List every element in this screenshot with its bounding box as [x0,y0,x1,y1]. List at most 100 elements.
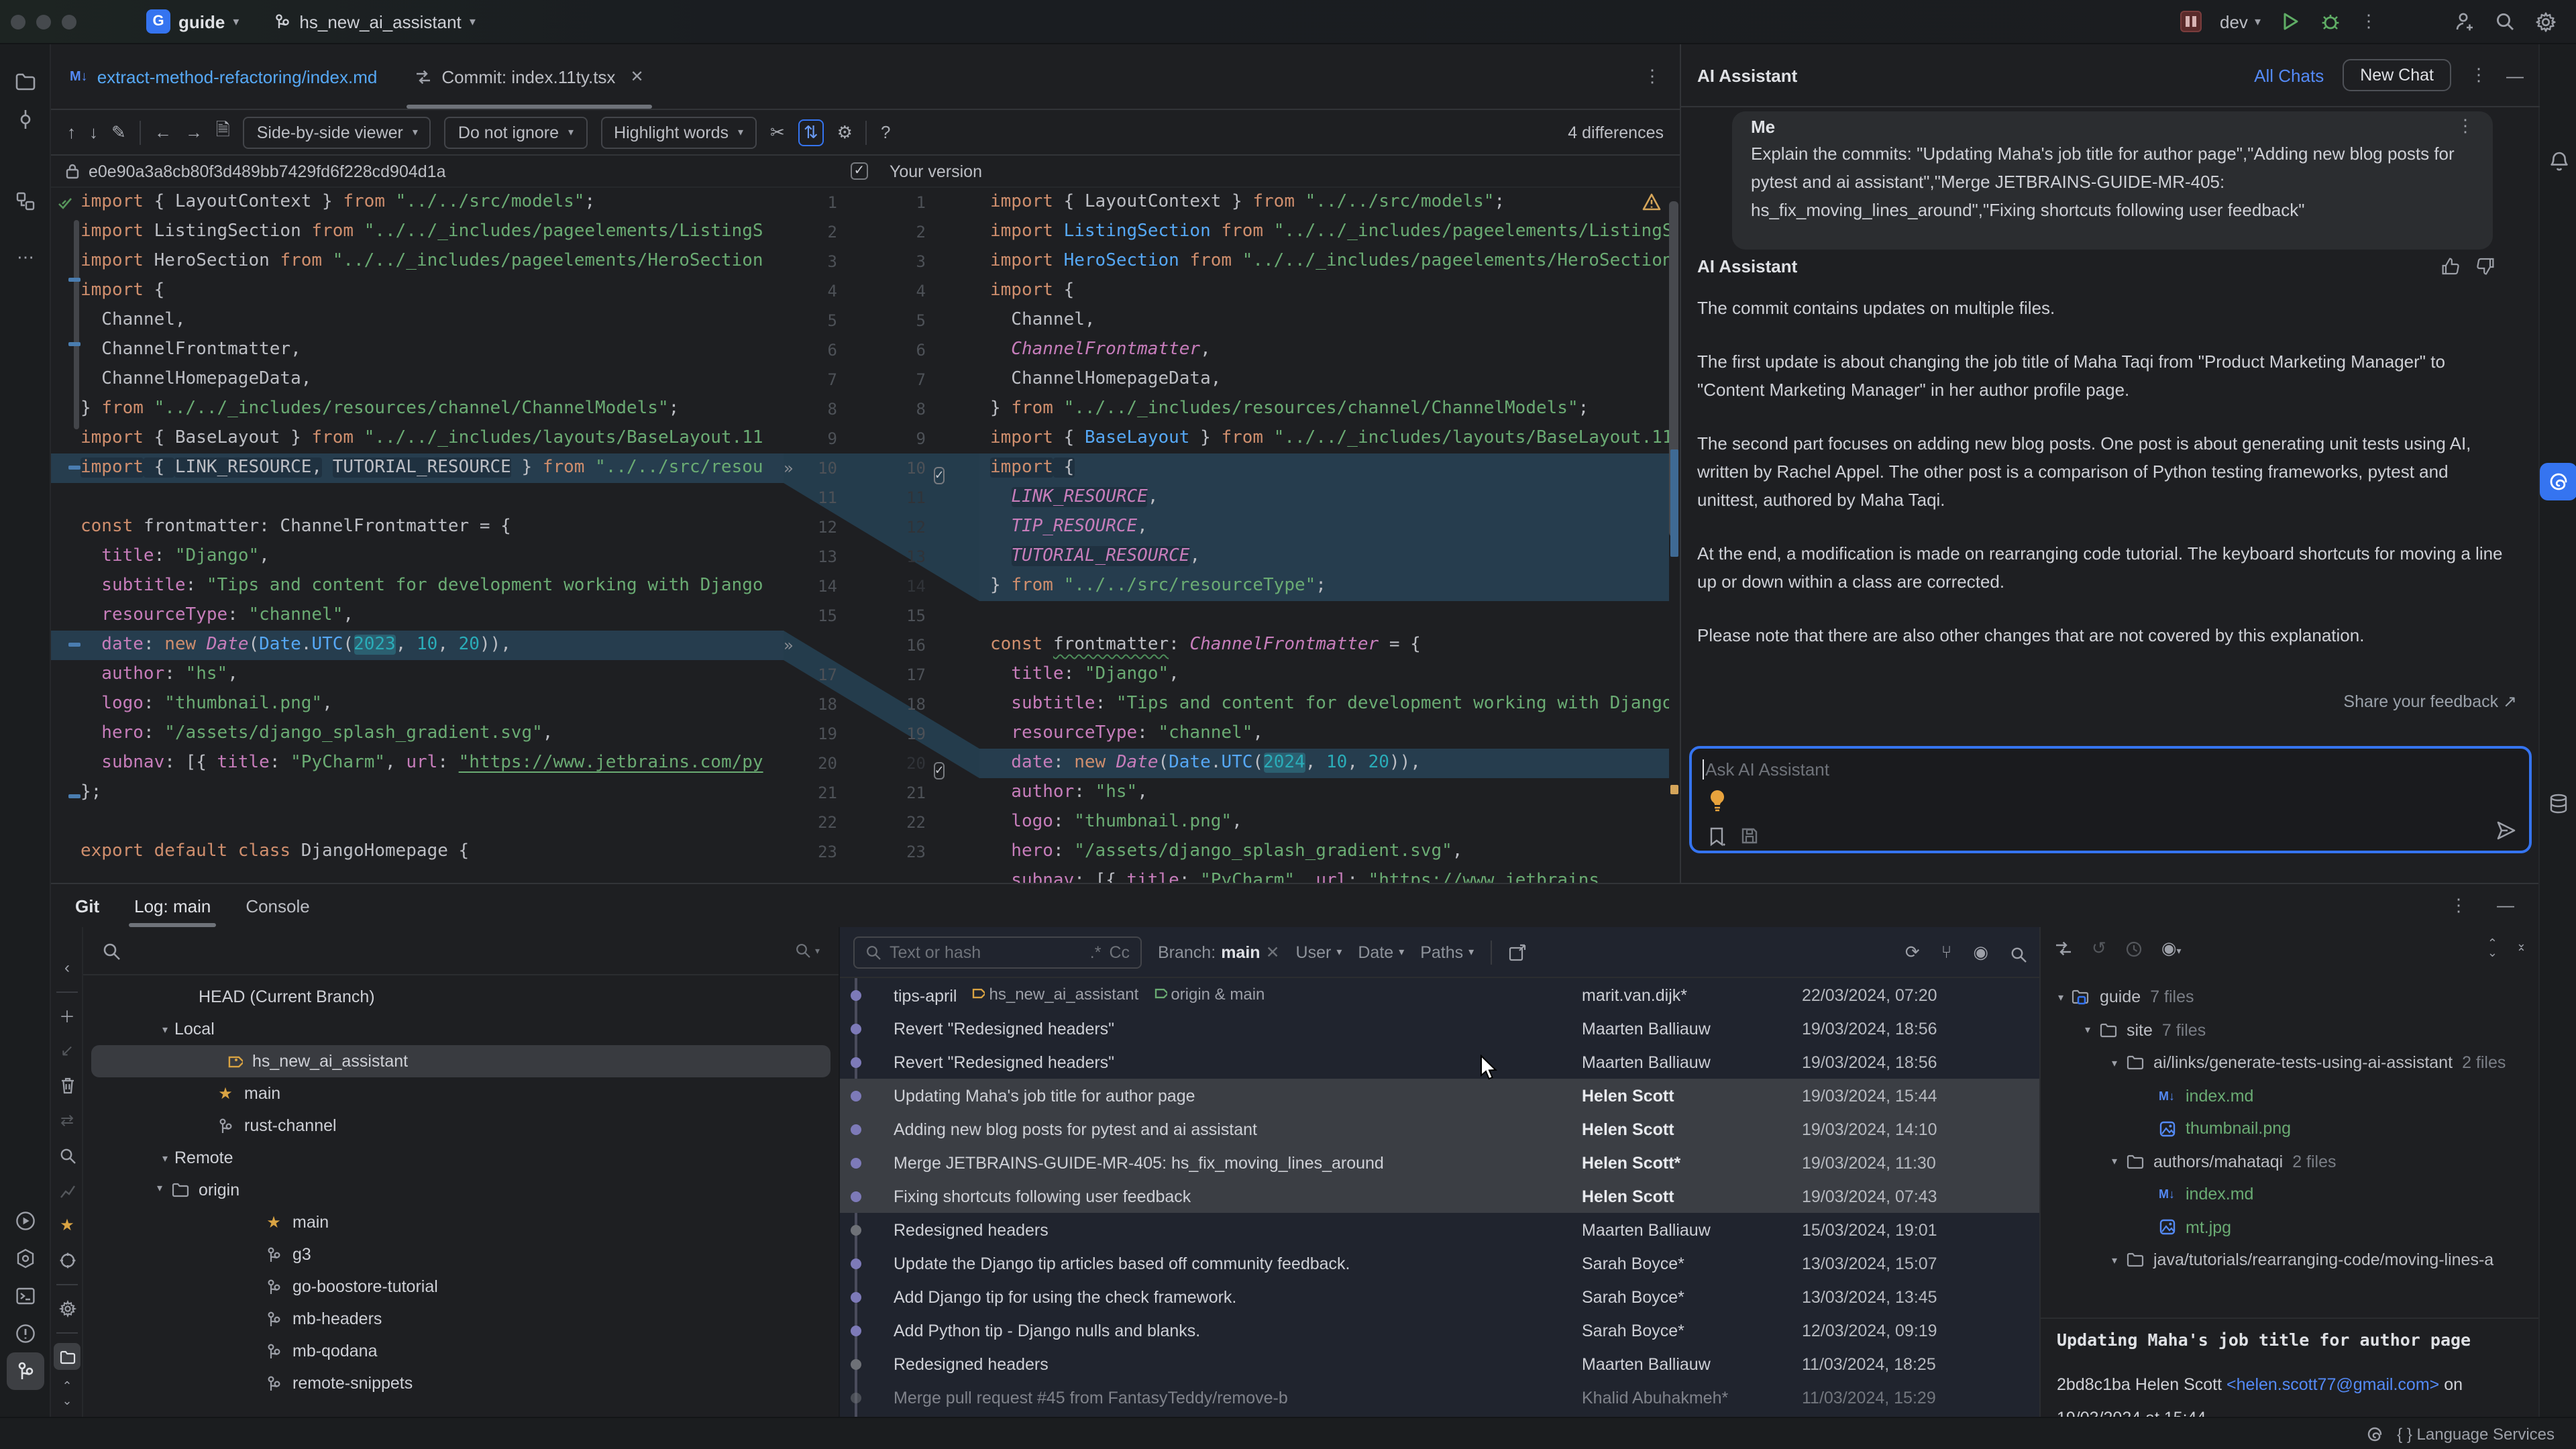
commit-row[interactable]: Merge JETBRAINS-GUIDE-MR-405: hs_fix_mov… [840,1146,2041,1179]
checkout-icon[interactable]: ↙ [54,1037,80,1064]
branch-item-remote[interactable]: ▾Remote [83,1142,839,1174]
include-change-checkbox[interactable]: ✓ [934,467,945,484]
regex-toggle[interactable]: .* [1090,943,1102,961]
commit-row[interactable]: Redesigned headers Maarten Balliauw 11/0… [840,1347,2041,1381]
collapse-panel-icon[interactable]: ‹ [54,954,80,981]
branch-item-main[interactable]: ★main [83,1077,839,1110]
include-change-checkbox[interactable]: ✓ [934,762,945,780]
tab-commit-diff[interactable]: Commit: index.11ty.tsx ✕ [396,44,662,109]
preview-eye-icon[interactable]: ◉ [1973,941,1988,963]
commit-row[interactable]: Updating Maha's job title for author pag… [840,1079,2041,1112]
code-line[interactable]: }; [51,778,784,808]
previous-difference-button[interactable]: ↑ [67,122,76,142]
run-tool-button[interactable] [7,1202,44,1240]
code-line[interactable]: import { BaseLayout } from "../../_inclu… [51,424,784,453]
branches-settings-gear-icon[interactable] [54,1295,80,1322]
compare-branches-icon[interactable]: ⇄ [54,1107,80,1134]
code-line[interactable]: import { LayoutContext } from "../../src… [51,188,784,217]
code-line[interactable]: ChannelFrontmatter, [979,335,1669,365]
highlight-mode-dropdown[interactable]: Highlight words▾ [600,116,757,148]
save-prompt-icon[interactable] [1740,826,1759,845]
code-line[interactable]: Channel, [979,306,1669,335]
all-chats-link[interactable]: All Chats [2254,65,2324,85]
changed-file-row[interactable]: M↓index.md [2041,1178,2538,1211]
language-services-status[interactable]: { } Language Services [2397,1424,2555,1443]
code-line[interactable]: resourceType: "channel", [979,719,1669,749]
code-line[interactable]: import HeroSection from "../../_includes… [51,247,784,276]
favorites-star-icon[interactable]: ★ [54,1212,80,1238]
deep-fetch-icon[interactable]: ⑂ [1941,941,1952,963]
settings-gear-icon[interactable] [2534,10,2557,33]
changed-file-row[interactable]: ▾guide7 files [2041,981,2538,1014]
user-filter[interactable]: User▾ [1296,943,1342,961]
share-feedback-link[interactable]: Share your feedback ↗ [2343,691,2517,711]
commit-row[interactable]: Fixing shortcuts following user feedback… [840,1179,2041,1213]
code-line[interactable]: import { [979,453,1669,483]
viewer-mode-dropdown[interactable]: Side-by-side viewer▾ [244,116,431,148]
delete-branch-icon[interactable] [54,1072,80,1099]
changed-file-row[interactable]: thumbnail.png [2041,1112,2538,1145]
commit-row[interactable]: Revert "Redesigned headers" Maarten Ball… [840,1012,2041,1045]
run-config-selector[interactable]: dev ▾ [2220,11,2261,32]
case-toggle[interactable]: Cc [1109,943,1130,961]
database-tool-button[interactable] [2540,785,2576,822]
terminal-tool-button[interactable] [7,1277,44,1315]
code-line[interactable]: ChannelFrontmatter, [51,335,784,365]
vcs-branch-selector[interactable]: hs_new_ai_assistant ▾ [274,11,475,32]
branch-item-go-boostore-tutorial[interactable]: go-boostore-tutorial [83,1271,839,1303]
code-line[interactable]: ChannelHomepageData, [979,365,1669,394]
expand-collapse-icon[interactable]: ⌃⌄ [54,1381,80,1407]
search-options-icon[interactable]: ▾ [795,942,820,959]
code-line[interactable]: import { LayoutContext } from "../../src… [979,188,1669,217]
file-list-icon[interactable]: 🗎 [216,117,230,147]
changed-file-row[interactable]: ▾ai/links/generate-tests-using-ai-assist… [2041,1046,2538,1079]
your-version-checkbox[interactable]: ✓ [851,162,868,180]
code-line[interactable]: } from "../../_includes/resources/channe… [979,394,1669,424]
tab-log-main[interactable]: Log: main [134,896,211,916]
chevron-down-icon[interactable]: ▾ [2105,1156,2124,1168]
commit-search-field[interactable]: Text or hash .* Cc [853,936,1142,968]
structure-tool-button[interactable] [7,182,44,220]
branch-item-rust-channel[interactable]: rust-channel [83,1110,839,1142]
code-line[interactable]: import { [51,276,784,306]
branch-item-remote-snippets[interactable]: remote-snippets [83,1367,839,1399]
branch-item-g3[interactable]: g3 [83,1238,839,1271]
rollback-icon[interactable]: ↺ [2092,938,2106,959]
project-tool-button[interactable] [7,63,44,101]
commit-row[interactable]: Revert "Redesigned headers" Maarten Ball… [840,1045,2041,1079]
hide-panel-icon[interactable]: — [2506,65,2524,85]
send-icon[interactable] [2494,818,2518,843]
panel-minimize-icon[interactable]: — [2497,895,2514,916]
code-line[interactable] [979,601,1669,631]
open-in-new-tab-icon[interactable] [1507,943,1526,961]
back-button[interactable]: ← [154,122,172,142]
branch-item-hs-new-ai-assistant[interactable]: hs_new_ai_assistant [91,1045,830,1077]
tab-git[interactable]: Git [75,896,99,916]
code-line[interactable]: } from "../../src/resourceType"; [979,572,1669,601]
changed-file-row[interactable]: ▾site7 files [2041,1014,2538,1046]
chevron-down-icon[interactable]: ▾ [2105,1057,2124,1069]
new-chat-button[interactable]: New Chat [2343,59,2451,91]
code-line[interactable]: hero: "/assets/django_splash_gradient.sv… [979,837,1669,867]
chart-icon[interactable] [54,1177,80,1203]
code-line[interactable]: ChannelHomepageData, [51,365,784,394]
code-line[interactable]: LINK_RESOURCE, [979,483,1669,513]
preview-diff-eye-icon[interactable]: ◉▾ [2161,938,2182,959]
diff-right-pane[interactable]: import { LayoutContext } from "../../src… [979,188,1669,883]
diff-settings-gear-icon[interactable]: ⚙ [837,121,853,143]
refresh-icon[interactable]: ⟳ [1905,941,1920,963]
ai-options-kebab-icon[interactable]: ⋮ [2470,64,2487,86]
tab-options-kebab-icon[interactable]: ⋮ [1644,66,1661,87]
code-line[interactable]: hero: "/assets/django_splash_gradient.sv… [51,719,784,749]
sync-scroll-icon[interactable]: ⇅ [798,119,824,146]
commit-tool-button[interactable] [7,101,44,138]
more-actions-button[interactable]: ⋮ [2360,11,2377,32]
commit-row[interactable]: Redesigned headers Maarten Balliauw 15/0… [840,1213,2041,1246]
whitespace-dropdown[interactable]: Do not ignore▾ [445,116,587,148]
branch-item-mb-qodana[interactable]: mb-qodana [83,1335,839,1367]
ai-status-icon[interactable] [2365,1424,2383,1443]
branch-filter[interactable]: Branch:main✕ [1158,942,1280,962]
code-line[interactable]: author: "hs", [51,660,784,690]
code-line[interactable]: Channel, [51,306,784,335]
commit-row[interactable]: Add Python tip - Django nulls and blanks… [840,1313,2041,1347]
